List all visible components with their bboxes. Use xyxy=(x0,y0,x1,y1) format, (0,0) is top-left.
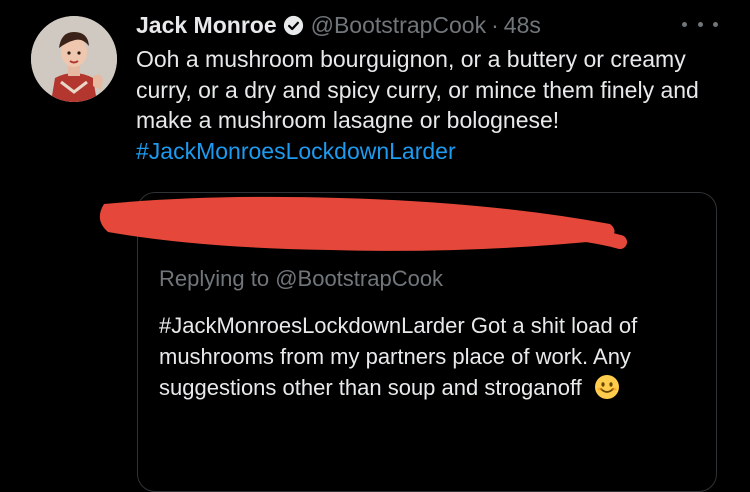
replying-handle[interactable]: @BootstrapCook xyxy=(275,266,443,291)
more-options-icon[interactable] xyxy=(682,14,718,34)
tweet-body: Ooh a mushroom bourguignon, or a buttery… xyxy=(136,46,699,133)
tweet-text: Ooh a mushroom bourguignon, or a buttery… xyxy=(136,44,726,166)
quoted-tweet-text: #JackMonroesLockdownLarder Got a shit lo… xyxy=(159,310,704,403)
quoted-hashtag[interactable]: #JackMonroesLockdownLarder xyxy=(159,313,465,338)
avatar[interactable] xyxy=(31,16,117,102)
redaction-mark xyxy=(99,196,627,251)
smiling-face-emoji-icon xyxy=(594,375,619,399)
tweet-hashtag-link[interactable]: #JackMonroesLockdownLarder xyxy=(136,138,456,164)
author-name[interactable]: Jack Monroe xyxy=(136,12,277,39)
separator-dot: · xyxy=(491,11,499,38)
author-handle[interactable]: @BootstrapCook xyxy=(311,12,487,39)
timestamp[interactable]: 48s xyxy=(504,12,541,39)
verified-badge-icon xyxy=(283,15,303,35)
replying-to-line: Replying to @BootstrapCook xyxy=(159,266,443,292)
replying-prefix: Replying to xyxy=(159,266,270,291)
tweet-header: Jack Monroe @BootstrapCook · 48s xyxy=(136,10,736,40)
